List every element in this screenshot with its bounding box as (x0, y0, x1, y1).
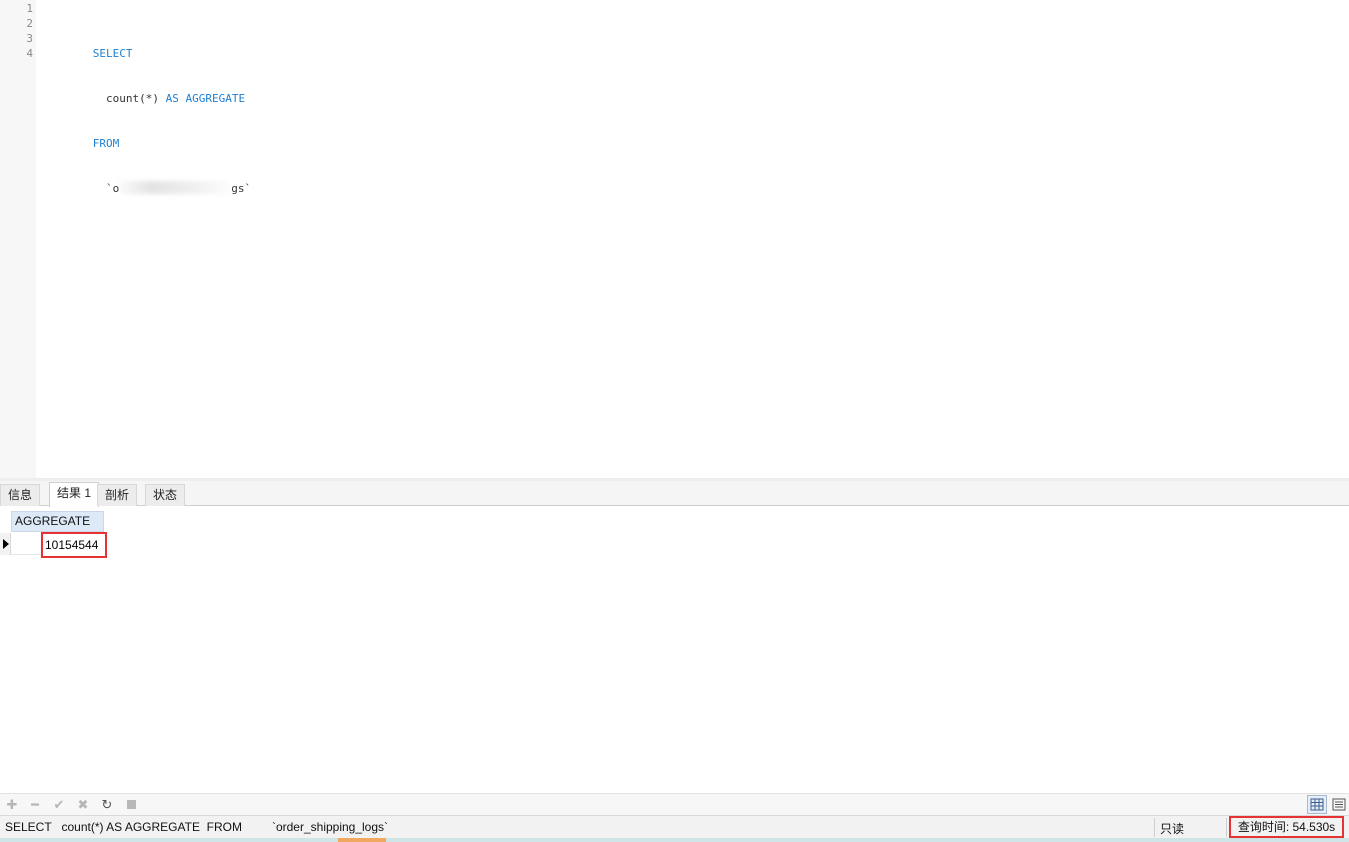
form-view-button[interactable] (1329, 795, 1349, 814)
query-time: 查询时间: 54.530s (1229, 816, 1344, 838)
tab-status[interactable]: 状态 (145, 484, 186, 506)
line-number: 4 (26, 47, 33, 60)
add-record-icon[interactable]: ✚ (3, 796, 21, 814)
line-number: 1 (26, 2, 33, 15)
stop-icon[interactable] (122, 796, 140, 814)
line-number-gutter: 1 2 3 4 (0, 0, 36, 478)
keyword-select: SELECT (92, 47, 133, 60)
keyword-from: FROM (92, 137, 120, 150)
table-name-end: gs` (231, 182, 252, 195)
grid-cell-padding (11, 533, 43, 555)
tab-info[interactable]: 信息 (0, 484, 41, 506)
keyword-as-aggregate: AS AGGREGATE (165, 92, 246, 105)
code-line: `o gs` (53, 166, 251, 195)
delete-record-icon[interactable]: ━ (26, 796, 44, 814)
grid-view-icon (1310, 798, 1324, 811)
grid-view-button[interactable] (1307, 795, 1327, 814)
status-separator (1154, 818, 1155, 837)
redacted-blur (119, 181, 232, 194)
row-indicator[interactable] (0, 533, 11, 555)
grid-toolbar: ✚ ━ ✔ ✖ ↻ (0, 793, 1349, 815)
sql-editor[interactable]: 1 2 3 4 SELECT count(*) AS AGGREGATE FRO… (0, 0, 1349, 478)
status-bar: SELECT count(*) AS AGGREGATE FROM `order… (0, 815, 1349, 838)
status-separator (1226, 818, 1227, 837)
line-number: 3 (26, 32, 33, 45)
form-view-icon (1332, 798, 1346, 811)
taskbar-accent (338, 838, 386, 842)
column-header-aggregate[interactable]: AGGREGATE (11, 511, 104, 532)
code-line: count(*) AS AGGREGATE (53, 76, 251, 105)
code-area[interactable]: SELECT count(*) AS AGGREGATE FROM `o gs` (53, 1, 251, 211)
result-tab-bar: 信息 结果 1 剖析 状态 (0, 481, 1349, 507)
current-row-arrow-icon (3, 539, 9, 549)
tab-result-1[interactable]: 结果 1 (49, 482, 100, 507)
status-sql-text: SELECT count(*) AS AGGREGATE FROM `order… (5, 820, 389, 834)
aggregate-value-cell[interactable]: 10154544 (41, 532, 107, 558)
tab-profile[interactable]: 剖析 (97, 484, 138, 506)
discard-x-icon[interactable]: ✖ (74, 796, 92, 814)
table-name-start: `o (92, 182, 120, 195)
taskbar-strip (0, 838, 1349, 842)
line-number: 2 (26, 17, 33, 30)
code-line: FROM (53, 121, 251, 150)
code-count: count(*) (92, 92, 166, 105)
apply-check-icon[interactable]: ✔ (50, 796, 68, 814)
refresh-icon[interactable]: ↻ (98, 796, 116, 814)
code-line: SELECT (53, 31, 251, 60)
readonly-indicator: 只读 (1160, 822, 1185, 836)
